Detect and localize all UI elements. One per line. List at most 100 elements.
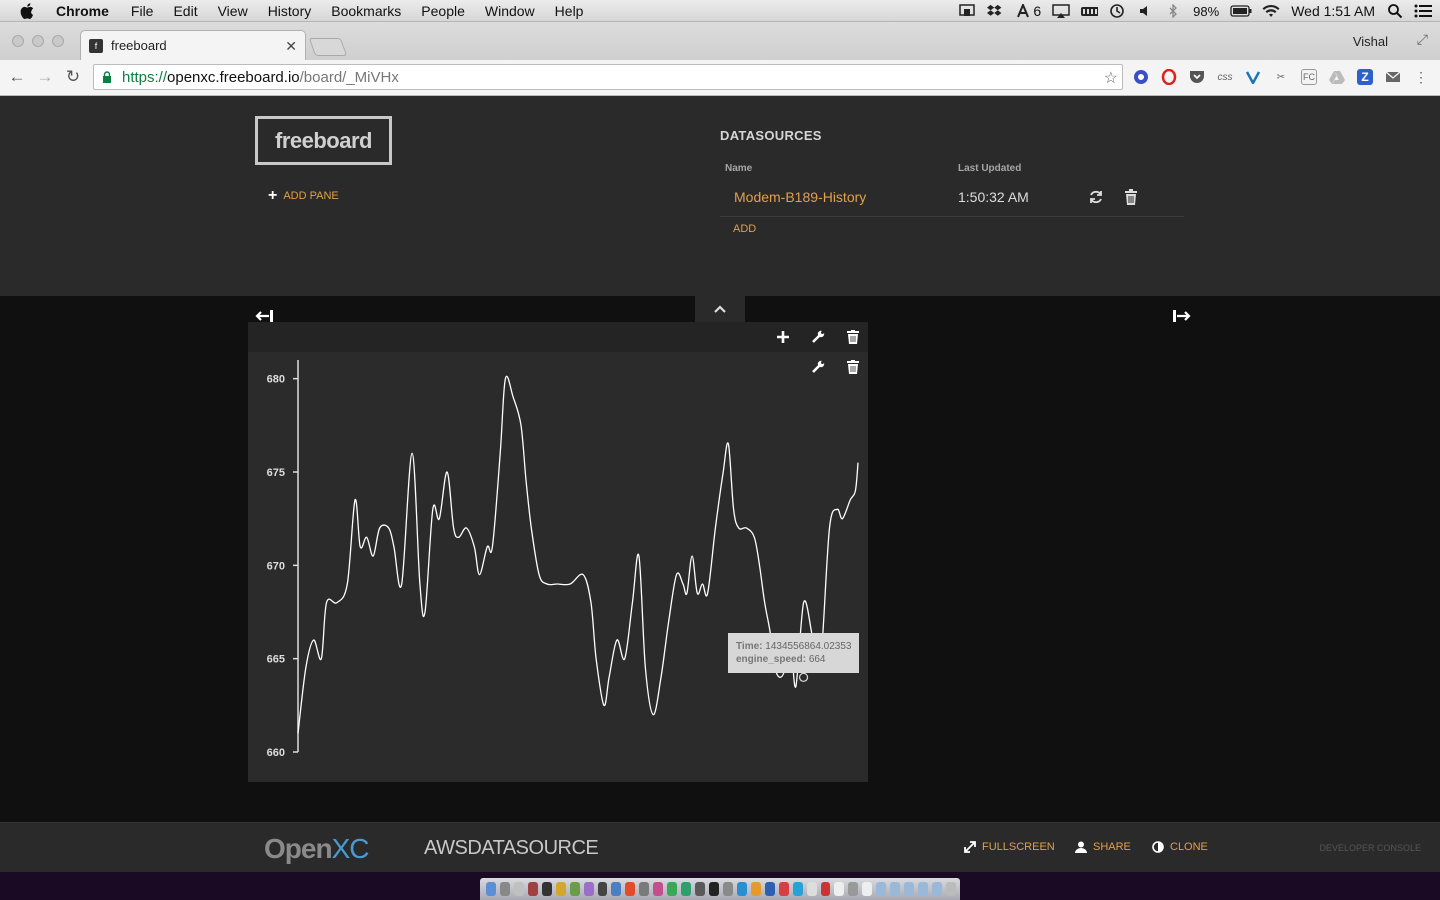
dock-app-icon[interactable] [820,882,831,896]
dock-chrome-icon[interactable] [625,882,636,896]
menu-file[interactable]: File [131,3,154,19]
screen-share-icon[interactable] [958,4,976,18]
dock-app-icon[interactable] [722,882,733,896]
fullscreen-toggle-icon[interactable]: ⤢ [1417,31,1428,48]
dock-excel-icon[interactable] [681,882,692,896]
dock-app-icon[interactable] [750,882,761,896]
dock-finder-icon[interactable] [486,882,496,896]
menu-help[interactable]: Help [555,3,584,19]
dock-app-icon[interactable] [848,882,859,896]
tooltip-speed-label: engine_speed: [736,654,807,665]
dock-folder-icon[interactable] [890,882,901,896]
new-tab-button[interactable] [308,38,348,56]
dock-app-icon[interactable] [597,882,608,896]
extension-chrome-g-icon[interactable] [1133,69,1149,85]
dock-document-icon[interactable] [862,882,873,896]
engine-speed-series-line[interactable] [297,375,859,734]
menu-view[interactable]: View [218,3,248,19]
pane-delete-trash-icon[interactable] [847,330,861,344]
extension-fc-icon[interactable]: FC [1301,69,1317,85]
clone-label: CLONE [1170,841,1208,853]
fullscreen-button[interactable]: FULLSCREEN [964,841,1055,853]
grow-columns-icon[interactable] [1172,308,1192,324]
menu-bookmarks[interactable]: Bookmarks [331,3,401,19]
dock-app-icon[interactable] [667,882,678,896]
spotlight-search-icon[interactable] [1386,4,1404,19]
dock-app-icon[interactable] [555,882,566,896]
reload-icon[interactable]: ↻ [62,66,84,88]
volume-icon[interactable] [1136,4,1154,18]
wifi-icon[interactable] [1262,4,1280,18]
dock-word-icon[interactable] [764,882,775,896]
pane-settings-wrench-icon[interactable] [811,330,825,344]
dock-app-icon[interactable] [583,882,594,896]
address-bar[interactable]: https:// openxc.freeboard.io /board/_MiV… [93,64,1123,90]
extension-z-icon[interactable]: Z [1357,69,1373,85]
bluetooth-icon[interactable] [1164,4,1182,18]
notification-center-icon[interactable] [1414,4,1432,18]
add-widget-plus-icon[interactable] [776,330,790,344]
datasource-name-link[interactable]: Modem-B189-History [734,189,866,205]
profile-button[interactable]: Vishal [1353,34,1388,49]
window-zoom-button[interactable] [52,35,64,47]
dock-app-icon[interactable] [695,882,705,896]
dock-safari-icon[interactable] [513,882,524,896]
browser-tab-freeboard[interactable]: f freeboard ✕ [80,30,306,60]
window-minimize-button[interactable] [32,35,44,47]
dropbox-icon[interactable] [986,4,1004,18]
window-close-button[interactable] [12,35,24,47]
dock-app-icon[interactable] [639,882,650,896]
dock-terminal-icon[interactable] [709,882,719,896]
timemachine-icon[interactable] [1108,4,1126,18]
add-pane-button[interactable]: + ADD PANE [268,188,339,204]
dock-app-icon[interactable] [611,882,622,896]
menu-app-chrome[interactable]: Chrome [56,3,109,19]
clone-button[interactable]: CLONE [1152,841,1208,853]
extension-drive-icon[interactable] [1329,69,1345,85]
dock-app-icon[interactable] [778,882,789,896]
menu-history[interactable]: History [268,3,312,19]
dock-launchpad-icon[interactable] [499,882,510,896]
bookmark-star-icon[interactable]: ☆ [1104,68,1118,88]
extension-mail-icon[interactable] [1385,69,1401,85]
dock-folder-icon[interactable] [932,882,942,896]
add-datasource-button[interactable]: ADD [733,223,756,235]
toggle-header-chevron-up-icon[interactable] [695,296,745,322]
dock-folder-icon[interactable] [918,882,928,896]
airplay-icon[interactable] [1052,4,1070,18]
dock-trash-icon[interactable] [945,882,956,896]
back-arrow-icon[interactable]: ← [6,66,28,88]
dock-app-icon[interactable] [653,882,664,896]
dock-app-icon[interactable] [806,882,817,896]
engine-speed-line-chart[interactable]: 660 665 670 675 680 [248,352,868,782]
developer-console-link[interactable]: DEVELOPER CONSOLE [1319,843,1421,853]
menu-people[interactable]: People [421,3,465,19]
dock-skype-icon[interactable] [792,882,803,896]
forward-arrow-icon[interactable]: → [34,66,56,88]
tab-close-icon[interactable]: ✕ [285,38,297,55]
dock-app-icon[interactable] [569,882,580,896]
memory-icon[interactable] [1080,4,1099,18]
refresh-icon[interactable] [1088,189,1104,205]
acrobat-icon[interactable] [1014,4,1032,18]
extension-pocket-icon[interactable] [1189,69,1205,85]
extension-css-icon[interactable]: css [1217,69,1233,85]
menu-bar-clock[interactable]: Wed 1:51 AM [1291,3,1375,19]
extension-opera-icon[interactable] [1161,69,1177,85]
extension-v-icon[interactable] [1245,69,1261,85]
share-button[interactable]: SHARE [1075,841,1131,853]
dock-app-icon[interactable] [736,882,747,896]
contrast-icon [1152,841,1164,853]
dock-folder-icon[interactable] [904,882,915,896]
dock-app-icon[interactable] [541,882,552,896]
dock-app-icon[interactable] [527,882,538,896]
extension-scissors-icon[interactable]: ✂ [1273,69,1289,85]
chrome-menu-icon[interactable]: ⋮ [1413,69,1429,85]
dock-app-icon[interactable] [834,882,845,896]
dock-folder-icon[interactable] [876,882,887,896]
apple-icon[interactable] [20,2,38,19]
menu-edit[interactable]: Edit [173,3,197,19]
battery-icon[interactable] [1230,4,1252,18]
trash-icon[interactable] [1124,189,1138,205]
menu-window[interactable]: Window [485,3,535,19]
